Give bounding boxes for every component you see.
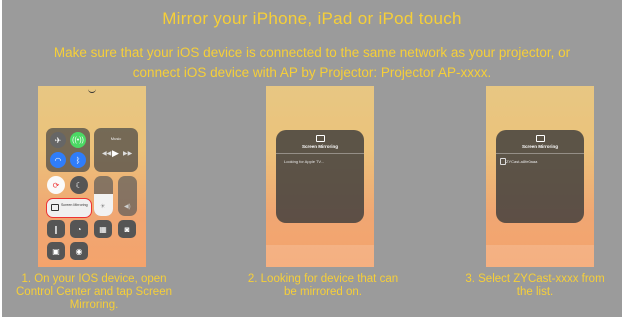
bluetooth-icon: ᛒ	[70, 152, 86, 168]
screen-mirroring-icon	[51, 204, 59, 211]
screen-mirroring-button: Screen Mirroring	[46, 198, 92, 218]
speaker-icon: ◀)	[124, 204, 131, 210]
searching-status: Looking for Apple TV...	[284, 159, 325, 164]
timer-icon: ◔	[70, 220, 88, 238]
dock-area	[266, 245, 374, 267]
connectivity-tile: ✈ ((•)) ◠ ᛒ	[46, 128, 90, 172]
grabber-chevron-icon	[88, 88, 96, 93]
qr-scanner-icon: ▣	[47, 242, 65, 260]
do-not-disturb-icon: ☾	[70, 176, 88, 194]
step-2-caption-line: be mirrored on.	[284, 286, 362, 298]
page-title: Mirror your iPhone, iPad or iPod touch	[162, 9, 462, 28]
subtitle-line-2: connect iOS device with AP by Projector:…	[132, 65, 492, 80]
screen-mirroring-label: Screen Mirroring	[61, 203, 88, 207]
calculator-icon: ▦	[94, 220, 112, 238]
previous-track-icon: ◀◀	[102, 151, 112, 157]
popup-title: Screen Mirroring	[521, 144, 558, 149]
screen-recording-icon: ◉	[70, 242, 88, 260]
sun-icon: ☀	[100, 204, 106, 210]
step-2-caption: 2. Looking for device that can be mirror…	[228, 273, 418, 299]
device-list-item: ZYCast-a8fe0aaa	[506, 159, 538, 164]
control-center-screenshot: ✈ ((•)) ◠ ᛒ Music ◀◀ ▶ ▶▶ ⟳ ☾ ☀ ◀) Scree…	[38, 86, 146, 267]
instruction-subtitle: Make sure that your iOS device is connec…	[30, 43, 594, 83]
screen-mirroring-popup: Screen Mirroring Looking for Apple TV...	[276, 130, 364, 223]
popup-divider	[276, 153, 364, 154]
select-device-screenshot: Screen Mirroring ZYCast-a8fe0aaa	[486, 86, 594, 267]
step-1-caption: 1. On your IOS device, open Control Cent…	[4, 273, 184, 312]
screen-mirroring-icon	[536, 135, 545, 142]
camera-icon: ◙	[118, 220, 136, 238]
step-3-caption: 3. Select ZYCast-xxxx from the list.	[450, 273, 620, 299]
step-1-caption-line: Mirroring.	[69, 299, 119, 311]
orientation-lock-icon: ⟳	[47, 176, 65, 194]
wifi-icon: ◠	[50, 152, 66, 168]
screen-mirroring-icon	[316, 135, 325, 142]
volume-slider: ◀)	[118, 176, 137, 216]
flashlight-icon: ❙	[47, 220, 65, 238]
step-2-caption-line: 2. Looking for device that can	[247, 273, 399, 285]
cellular-icon: ((•))	[70, 132, 86, 148]
step-3-caption-line: the list.	[516, 286, 554, 298]
dock-area	[486, 245, 594, 267]
step-1-caption-line: 1. On your IOS device, open	[21, 273, 167, 285]
step-1-caption-line: Control Center and tap Screen	[16, 286, 172, 298]
next-track-icon: ▶▶	[123, 151, 133, 157]
step-3-caption-line: 3. Select ZYCast-xxxx from	[465, 273, 605, 285]
popup-title: Screen Mirroring	[301, 144, 338, 149]
music-tile: Music ◀◀ ▶ ▶▶	[94, 128, 138, 172]
screen-mirroring-popup: Screen Mirroring ZYCast-a8fe0aaa	[496, 130, 584, 223]
brightness-slider: ☀	[94, 176, 113, 216]
searching-screenshot: Screen Mirroring Looking for Apple TV...	[266, 86, 374, 267]
popup-divider	[496, 153, 584, 154]
play-icon: ▶	[112, 148, 119, 158]
music-label: Music	[110, 136, 122, 141]
subtitle-line-1: Make sure that your iOS device is connec…	[53, 45, 571, 60]
airplane-mode-icon: ✈	[50, 132, 66, 148]
